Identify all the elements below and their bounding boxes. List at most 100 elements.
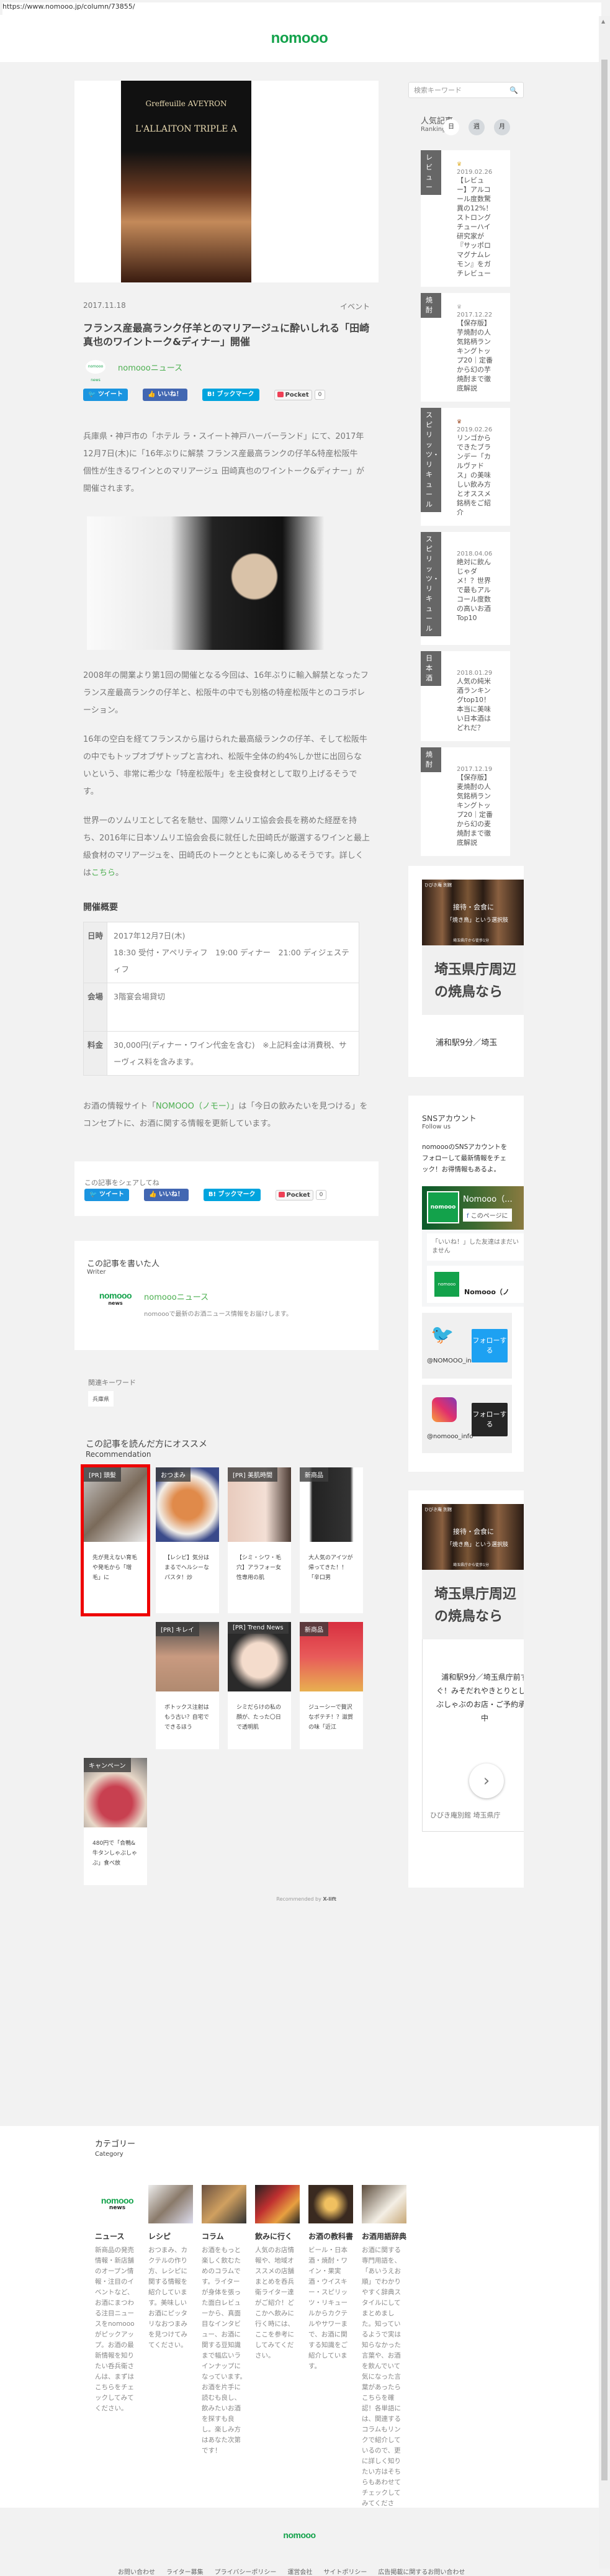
writer-heading: この記事を書いた人 xyxy=(87,1259,160,1269)
category-image: nomooo news xyxy=(95,2185,140,2223)
scrollbar[interactable]: ▲ xyxy=(599,16,610,2569)
recommend-card[interactable]: [PR] 頭髪 先が見えない育毛や発毛から「増毛」に xyxy=(81,1464,150,1616)
recommend-card[interactable]: キャンペーン 480円で「合鴨&牛タンしゃぶしゃぶ」食べ放 xyxy=(84,1758,147,1885)
ranking-item[interactable]: レビュー ♛ 2019.02.26 【レビュー】アルコール度数驚異の12%！ストロング… xyxy=(421,150,510,287)
category-item[interactable]: お酒用語辞典 お酒に関する専門用語を、「あいうえお順」でわかりやすく辞典スタイルに… xyxy=(362,2185,406,2520)
search-icon[interactable]: 🔍 xyxy=(509,86,518,94)
card-tag: [PR] キレイ xyxy=(156,1622,199,1636)
twitter-follow-button[interactable]: フォローする xyxy=(472,1329,508,1362)
ranking-item[interactable]: 日本酒 2018.01.29 人気の純米酒ランキングtop10！本当に美味い日本酒は… xyxy=(421,651,510,741)
hero-image-card: Greffeuille AVEYRON L'ALLAITON TRIPLE A xyxy=(74,81,379,282)
tweet-button[interactable]: 🐦 ツイート xyxy=(84,1189,129,1201)
instagram-follow-button[interactable]: フォローする xyxy=(472,1403,508,1436)
recommend-credit[interactable]: Recommended by X-lift xyxy=(74,1896,336,1902)
category-item[interactable]: コラム お酒をもっと楽しく飲むためのコラムです。ライターが身体を張った面白レビュー… xyxy=(202,2185,246,2520)
bookmark-button[interactable]: B! ブックマーク xyxy=(202,389,259,401)
fb-like-page-button[interactable]: f このページに xyxy=(463,1209,512,1222)
article-date: 2017.11.18 xyxy=(83,301,126,310)
ranking-item[interactable]: 焼酎 2017.12.19 【保存版】麦焼酎の人気銘柄ランキングトップ20｜定番から… xyxy=(421,747,510,856)
sidebar-ad[interactable]: ひびき庵 別館 接待・会食に 「焼き鳥」という選択肢 埼玉県庁から徒歩1分 埼玉… xyxy=(408,866,524,1077)
card-tag: [PR] 頭髪 xyxy=(84,1467,121,1482)
card-tag: 新商品 xyxy=(300,1622,328,1636)
like-button[interactable]: 👍 いいね！ xyxy=(143,1189,189,1201)
recommend-card[interactable]: [PR] Trend News シミだらけの私の顔が、たった〇日で透明肌 xyxy=(228,1622,291,1749)
article-photo xyxy=(87,516,366,650)
writer-name[interactable]: nomoooニュース xyxy=(144,1290,292,1302)
ad-sub: 浦和駅9分／埼玉 xyxy=(436,1038,498,1048)
tab-day[interactable]: 日 xyxy=(443,119,459,135)
category-desc: おつまみ、カクテルの作り方、レシピに関する情報を紹介しています。美味しいお酒にピ… xyxy=(148,2246,187,2349)
writer-sub: Writer xyxy=(87,1269,106,1276)
recommend-card[interactable]: [PR] 美肌時間 【シミ・シワ・毛穴】アラフォー女性専用の肌 xyxy=(228,1467,291,1613)
category-item[interactable]: お酒の教科書 ビール・日本酒・焼酎・ワイン・果実酒・ウイスキー・スピリッツ・リキュ… xyxy=(308,2185,353,2520)
search-input[interactable]: 検索キーワード 🔍 xyxy=(408,82,524,98)
sns-box: SNSアカウント Follow us nomoooのSNSアカウントをフォローし… xyxy=(408,1096,524,1472)
category-image xyxy=(255,2185,300,2223)
category-desc: ビール・日本酒・焼酎・ワイン・果実酒・ウイスキー・スピリッツ・リキュールからカク… xyxy=(308,2246,348,2370)
scroll-up-icon[interactable]: ▲ xyxy=(601,19,605,24)
recommend-card[interactable]: 新商品 ジューシーで贅沢なポテチ！？滋賀の味「近江 xyxy=(300,1622,363,1749)
footer-link[interactable]: ライター募集 xyxy=(166,2567,204,2576)
footer-link[interactable]: サイトポリシー xyxy=(323,2567,367,2576)
sns-desc: nomoooのSNSアカウントをフォローして最新情報をチェック！お得情報もあるよ… xyxy=(422,1143,508,1173)
category-item[interactable]: nomooo news ニュース 新商品の発売情報・新店舗のオープン情報・注目のイベン… xyxy=(95,2185,140,2520)
tab-month[interactable]: 月 xyxy=(494,119,510,135)
pocket-icon xyxy=(277,391,284,397)
recommend-card[interactable]: 新商品 大人気のアイツが帰ってきた！！「辛口男 xyxy=(300,1467,363,1613)
article-title: フランス産最高ランク仔羊とのマリアージュに酔いしれる「田崎 真也のワイントーク&… xyxy=(83,322,370,348)
like-button[interactable]: 👍 いいね！ xyxy=(142,389,187,401)
paragraph: 世界一のソムリエとして名を馳せ、国際ソムリエ協会会長を務めた経歴を持ち、2016… xyxy=(83,816,370,878)
details-link[interactable]: こちら xyxy=(91,868,115,878)
facebook-widget[interactable]: nomooo Nomooo（... f このページに xyxy=(422,1186,524,1230)
card-title: 【レシピ】気分はまるでヘルシーなパスタ！炒 xyxy=(164,1555,210,1581)
category-name: ニュース xyxy=(95,2232,125,2241)
article-author[interactable]: nomooo news nomoooニュース xyxy=(86,360,367,382)
keyword-tag[interactable]: 兵庫県 xyxy=(88,1391,114,1407)
chevron-right-icon[interactable]: › xyxy=(469,1763,504,1798)
sidebar: 検索キーワード 🔍 人気記事 Ranking 日週月 レビュー ♛ 2019.02.2… xyxy=(408,82,524,1888)
row-value: 2017年12月7日(木) 18:30 受付・アペリティフ 19:00 ディナー … xyxy=(107,922,359,983)
site-header: nomooo xyxy=(0,15,599,62)
category-desc: お酒に関する専門用語を、「あいうえお順」でわかりやすく辞典スタイルにしてまとめま… xyxy=(362,2246,401,2518)
nomooo-link[interactable]: NOMOOO（ノモー） xyxy=(156,1102,230,1111)
xlift-logo: X-lift xyxy=(323,1896,336,1902)
address-bar-url: https://www.nomooo.jp/column/73855/ xyxy=(2,2,601,16)
recommend-card[interactable]: おつまみ 【レシピ】気分はまるでヘルシーなパスタ！炒 xyxy=(156,1467,219,1613)
ranking-title: 【レビュー】アルコール度数驚異の12%！ストロングチューハイ研究家が『サッポロマ… xyxy=(457,176,493,277)
category-item[interactable]: レシピ おつまみ、カクテルの作り方、レシピに関する情報を紹介しています。美味しいお… xyxy=(148,2185,193,2520)
ranking-date: 2017.12.22 xyxy=(457,312,493,318)
site-logo[interactable]: nomooo xyxy=(0,15,599,62)
category-item[interactable]: 飲みに行く 人気のお店情報や、地域オススメの店舗まとめを呑兵衛ライター達がご紹介！… xyxy=(255,2185,300,2520)
article-category[interactable]: イベント xyxy=(340,301,370,312)
author-name[interactable]: nomoooニュース xyxy=(118,361,182,373)
footer-link[interactable]: 広告掲載に関するお問い合わせ xyxy=(378,2567,465,2576)
card-tag: [PR] Trend News xyxy=(228,1622,289,1634)
footer-link[interactable]: お問い合わせ xyxy=(118,2567,155,2576)
footer-link[interactable]: プライバシーポリシー xyxy=(215,2567,277,2576)
instagram-handle[interactable]: @nomooo_info xyxy=(427,1433,473,1440)
pocket-button[interactable]: Pocket 0 xyxy=(275,1189,327,1200)
card-title: シミだらけの私の顔が、たった〇日で透明肌 xyxy=(236,1705,282,1731)
category-desc: お酒をもっと楽しく飲むためのコラムです。ライターが身体を張った面白レビューから、… xyxy=(202,2246,246,2454)
recommend-card[interactable]: [PR] キレイ ボトックス注射はもう古い？自宅でできるほう xyxy=(156,1622,219,1749)
sidebar-ad-2[interactable]: ひびき庵 別館 接待・会食に 「焼き鳥」という選択肢 埼玉県庁から徒歩1分 埼玉… xyxy=(408,1490,524,1888)
bookmark-button[interactable]: B! ブックマーク xyxy=(203,1189,261,1201)
footer-link[interactable]: 運営会社 xyxy=(287,2567,312,2576)
category-heading: カテゴリー xyxy=(95,2140,136,2149)
pocket-button[interactable]: Pocket 0 xyxy=(274,389,326,400)
twitter-handle[interactable]: @NOMOOO_info xyxy=(427,1358,477,1364)
card-tag: 新商品 xyxy=(300,1467,328,1482)
paragraph: 16年の空白を経てフランスから届けられた最高級ランクの仔羊、そして松阪牛の中でも… xyxy=(83,735,367,796)
scrollbar-thumb[interactable] xyxy=(601,60,608,2480)
tweet-button[interactable]: 🐦 ツイート xyxy=(83,389,128,401)
crown-icon: ♛ xyxy=(457,304,462,310)
ranking-item[interactable]: 焼酎 ♛ 2017.12.22 【保存版】芋焼酎の人気銘柄ランキングトップ20｜定番か… xyxy=(421,293,510,402)
row-value: 3階宴会場貸切 xyxy=(107,983,359,1032)
ranking-item[interactable]: スピリッツ・リキュール ♛ 2019.02.26 リンゴからできたブランデー「カルヴァ… xyxy=(421,408,510,526)
pocket-count: 0 xyxy=(315,1190,327,1200)
crown-icon: ♛ xyxy=(457,419,462,425)
recommend-grid: [PR] 頭髪 先が見えない育毛や発毛から「増毛」に おつまみ 【レシピ】気分はまる… xyxy=(81,1464,379,1885)
footer-logo[interactable]: nomooo xyxy=(0,2530,599,2540)
ranking-item[interactable]: スピリッツ・リキュール 2018.04.06 絶対に飲んじゃダメ！？世界で最もアルコ… xyxy=(421,532,510,645)
tab-week[interactable]: 週 xyxy=(469,119,485,135)
